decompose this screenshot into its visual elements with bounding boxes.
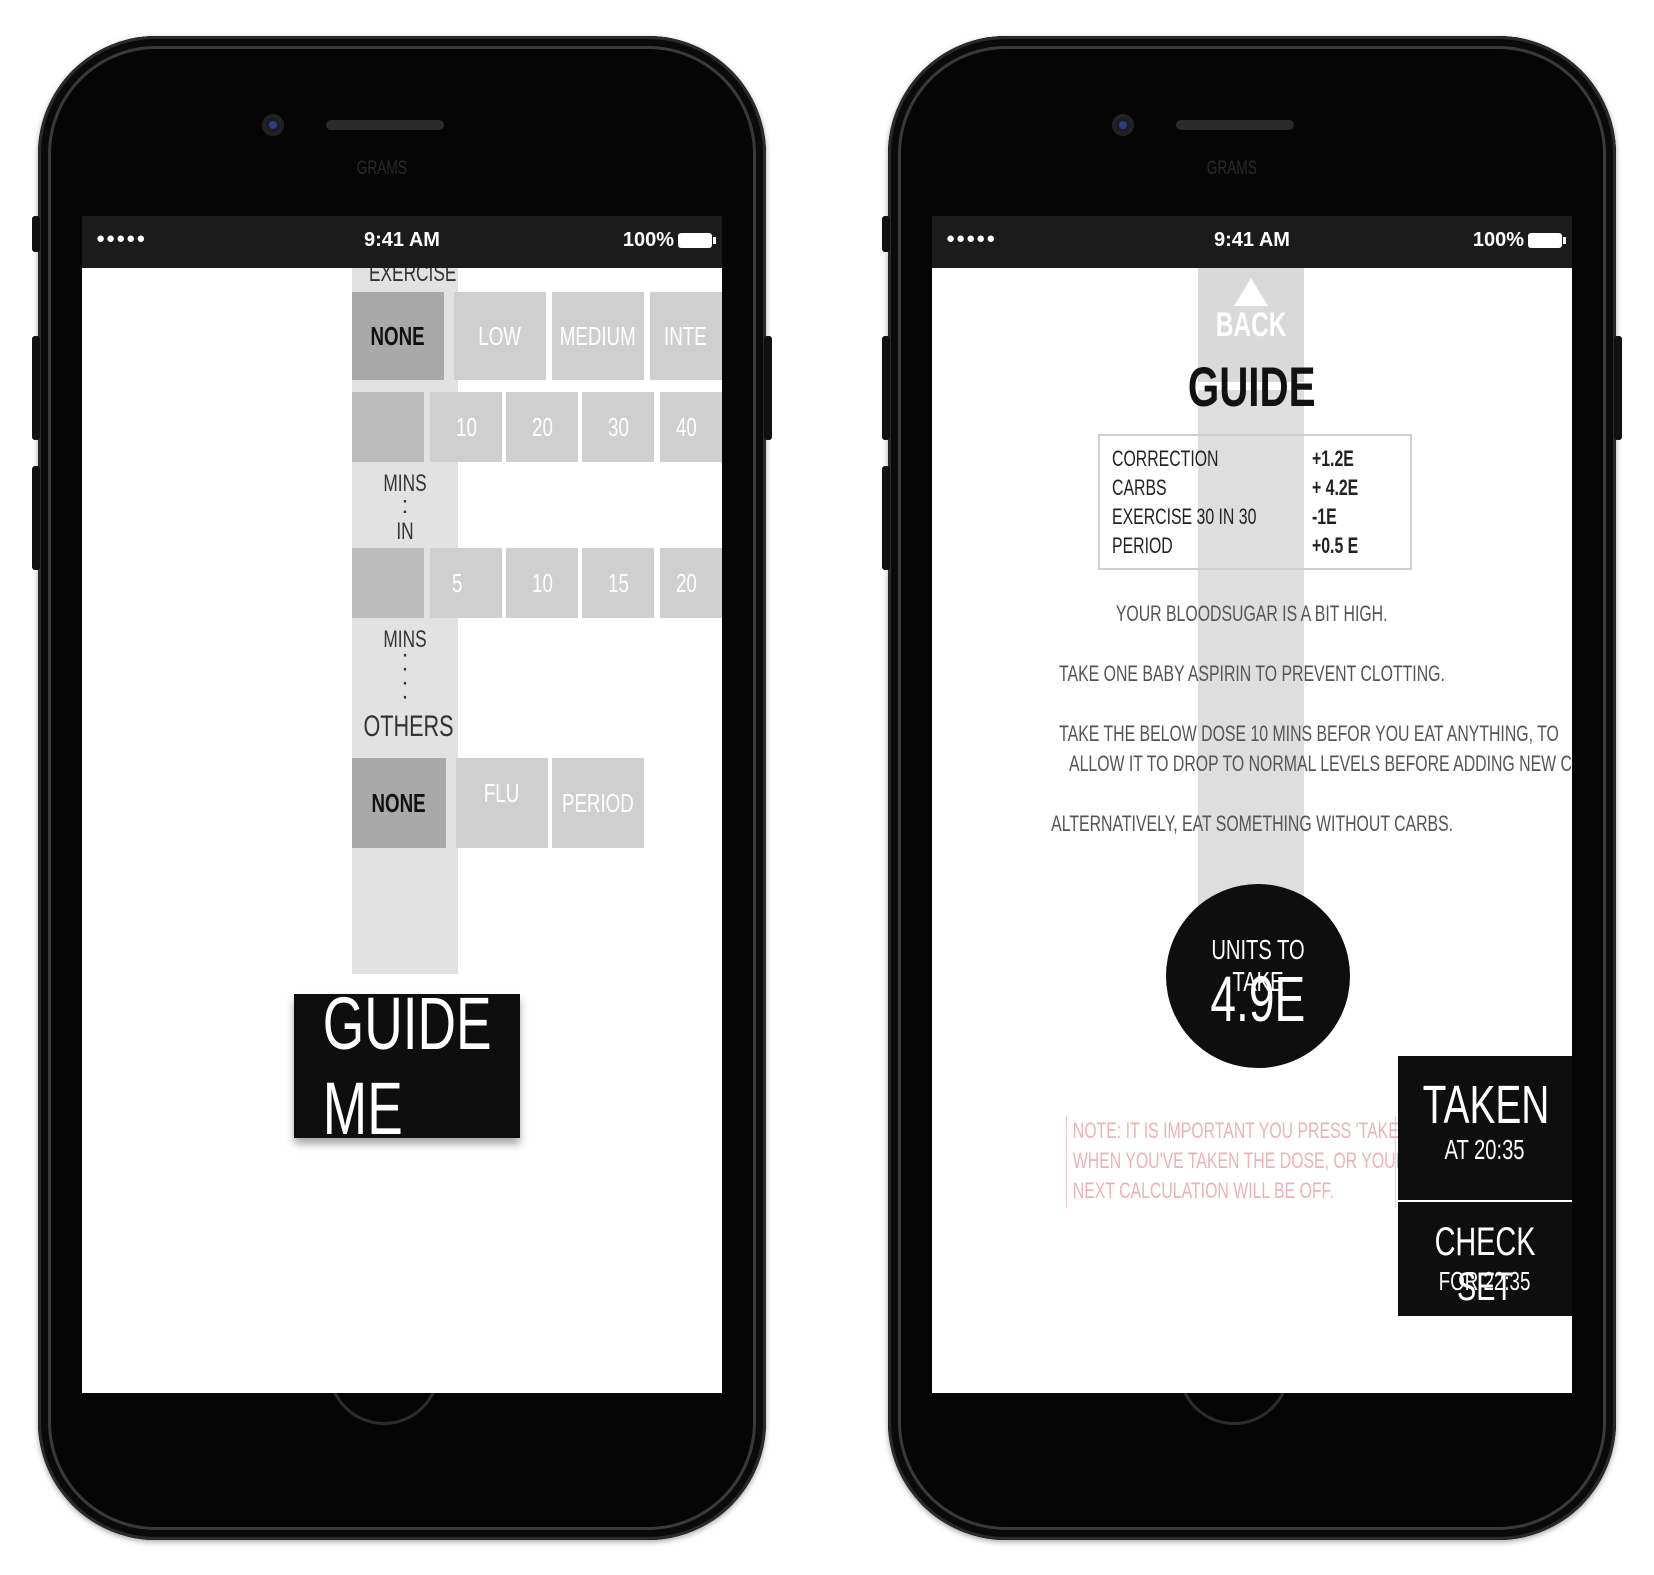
mute-switch <box>32 216 40 252</box>
status-bar: ●●●●● 9:41 AM 100% <box>82 216 722 268</box>
intensity-option[interactable]: MEDIUM <box>552 292 644 380</box>
taken-button[interactable]: TAKEN AT 20:35 <box>1398 1056 1572 1202</box>
battery-icon <box>1528 233 1566 248</box>
volume-up-button <box>32 336 40 440</box>
battery-icon <box>678 233 716 248</box>
start-option[interactable]: 20 <box>660 548 722 618</box>
duration-option[interactable]: 20 <box>506 392 578 462</box>
intensity-option[interactable]: NONE <box>352 292 444 380</box>
mute-switch <box>882 216 890 252</box>
intensity-option[interactable]: INTE <box>650 292 722 380</box>
screen-left: ●●●●● 9:41 AM 100% EXERCISE NONE LOW MED… <box>82 216 722 1393</box>
check-set-button[interactable]: CHECK SET FOR 22:35 <box>1398 1202 1572 1316</box>
start-spacer <box>352 548 424 618</box>
message-high: YOUR BLOODSUGAR IS A BIT HIGH. <box>1116 601 1388 626</box>
message-dose-line1: TAKE THE BELOW DOSE 10 MINS BEFOR YOU EA… <box>1059 721 1559 746</box>
start-option[interactable]: 5 <box>430 548 502 618</box>
units-value: 4.9E <box>1210 963 1306 1035</box>
front-camera-icon <box>1112 114 1134 136</box>
volume-down-button <box>32 466 40 570</box>
up-arrow-icon <box>1234 278 1268 306</box>
table-row: CARBS + 4.2E <box>1112 475 1359 500</box>
duration-option[interactable]: 40 <box>660 392 722 462</box>
screen-right: ●●●●● 9:41 AM 100% BACK GUIDE CORRECTION… <box>932 216 1572 1393</box>
duration-option[interactable]: 10 <box>430 392 502 462</box>
front-camera-icon <box>262 114 284 136</box>
start-option[interactable]: 10 <box>506 548 578 618</box>
message-aspirin: TAKE ONE BABY ASPIRIN TO PREVENT CLOTTIN… <box>1059 661 1445 686</box>
guide-title: GUIDE <box>1188 355 1316 418</box>
guide-me-button[interactable]: GUIDE ME <box>294 982 520 1150</box>
taken-note: NOTE: IT IS IMPORTANT YOU PRESS 'TAKEN' … <box>1066 1116 1413 1208</box>
battery-percent: 100% <box>622 229 674 251</box>
message-dose-line2: ALLOW IT TO DROP TO NORMAL LEVELS BEFORE… <box>1069 751 1572 776</box>
units-to-take-badge: UNITS TO TAKE 4.9E <box>1166 884 1350 1068</box>
table-row: PERIOD +0.5 E <box>1112 533 1359 558</box>
duration-spacer <box>352 392 424 462</box>
exercise-label: EXERCISE <box>368 268 457 287</box>
in-label: IN <box>396 518 414 545</box>
status-bar: ●●●●● 9:41 AM 100% <box>932 216 1572 268</box>
phone-left: GRAMS ●●●●● 9:41 AM 100% EXERCISE NONE L… <box>32 36 772 1540</box>
duration-option[interactable]: 30 <box>582 392 654 462</box>
dose-breakdown-table: CORRECTION +1.2E CARBS + 4.2E EXERCISE 30 … <box>1098 434 1412 570</box>
others-label: OTHERS <box>363 710 454 743</box>
power-button <box>1614 336 1622 440</box>
others-option[interactable]: PERIOD <box>552 758 644 848</box>
volume-up-button <box>882 336 890 440</box>
power-button <box>764 336 772 440</box>
table-row: EXERCISE 30 IN 30 -1E <box>1112 504 1337 529</box>
phone-right: GRAMS ●●●●● 9:41 AM 100% BACK GUIDE CORR… <box>882 36 1622 1540</box>
ghost-grams-label: GRAMS <box>356 158 408 179</box>
table-row: CORRECTION +1.2E <box>1112 446 1354 471</box>
intensity-option[interactable]: LOW <box>454 292 546 380</box>
separator-dots: · · · · <box>401 641 409 710</box>
volume-down-button <box>882 466 890 570</box>
ghost-grams-label: GRAMS <box>1206 158 1258 179</box>
speaker-grille <box>326 120 444 130</box>
others-option[interactable]: NONE <box>352 758 446 848</box>
message-alternative: ALTERNATIVELY, EAT SOMETHING WITHOUT CAR… <box>1051 811 1453 836</box>
separator-dot: : <box>401 492 409 519</box>
battery-percent: 100% <box>1472 229 1524 251</box>
start-option[interactable]: 15 <box>582 548 654 618</box>
speaker-grille <box>1176 120 1294 130</box>
others-option[interactable]: FLU <box>456 758 548 848</box>
